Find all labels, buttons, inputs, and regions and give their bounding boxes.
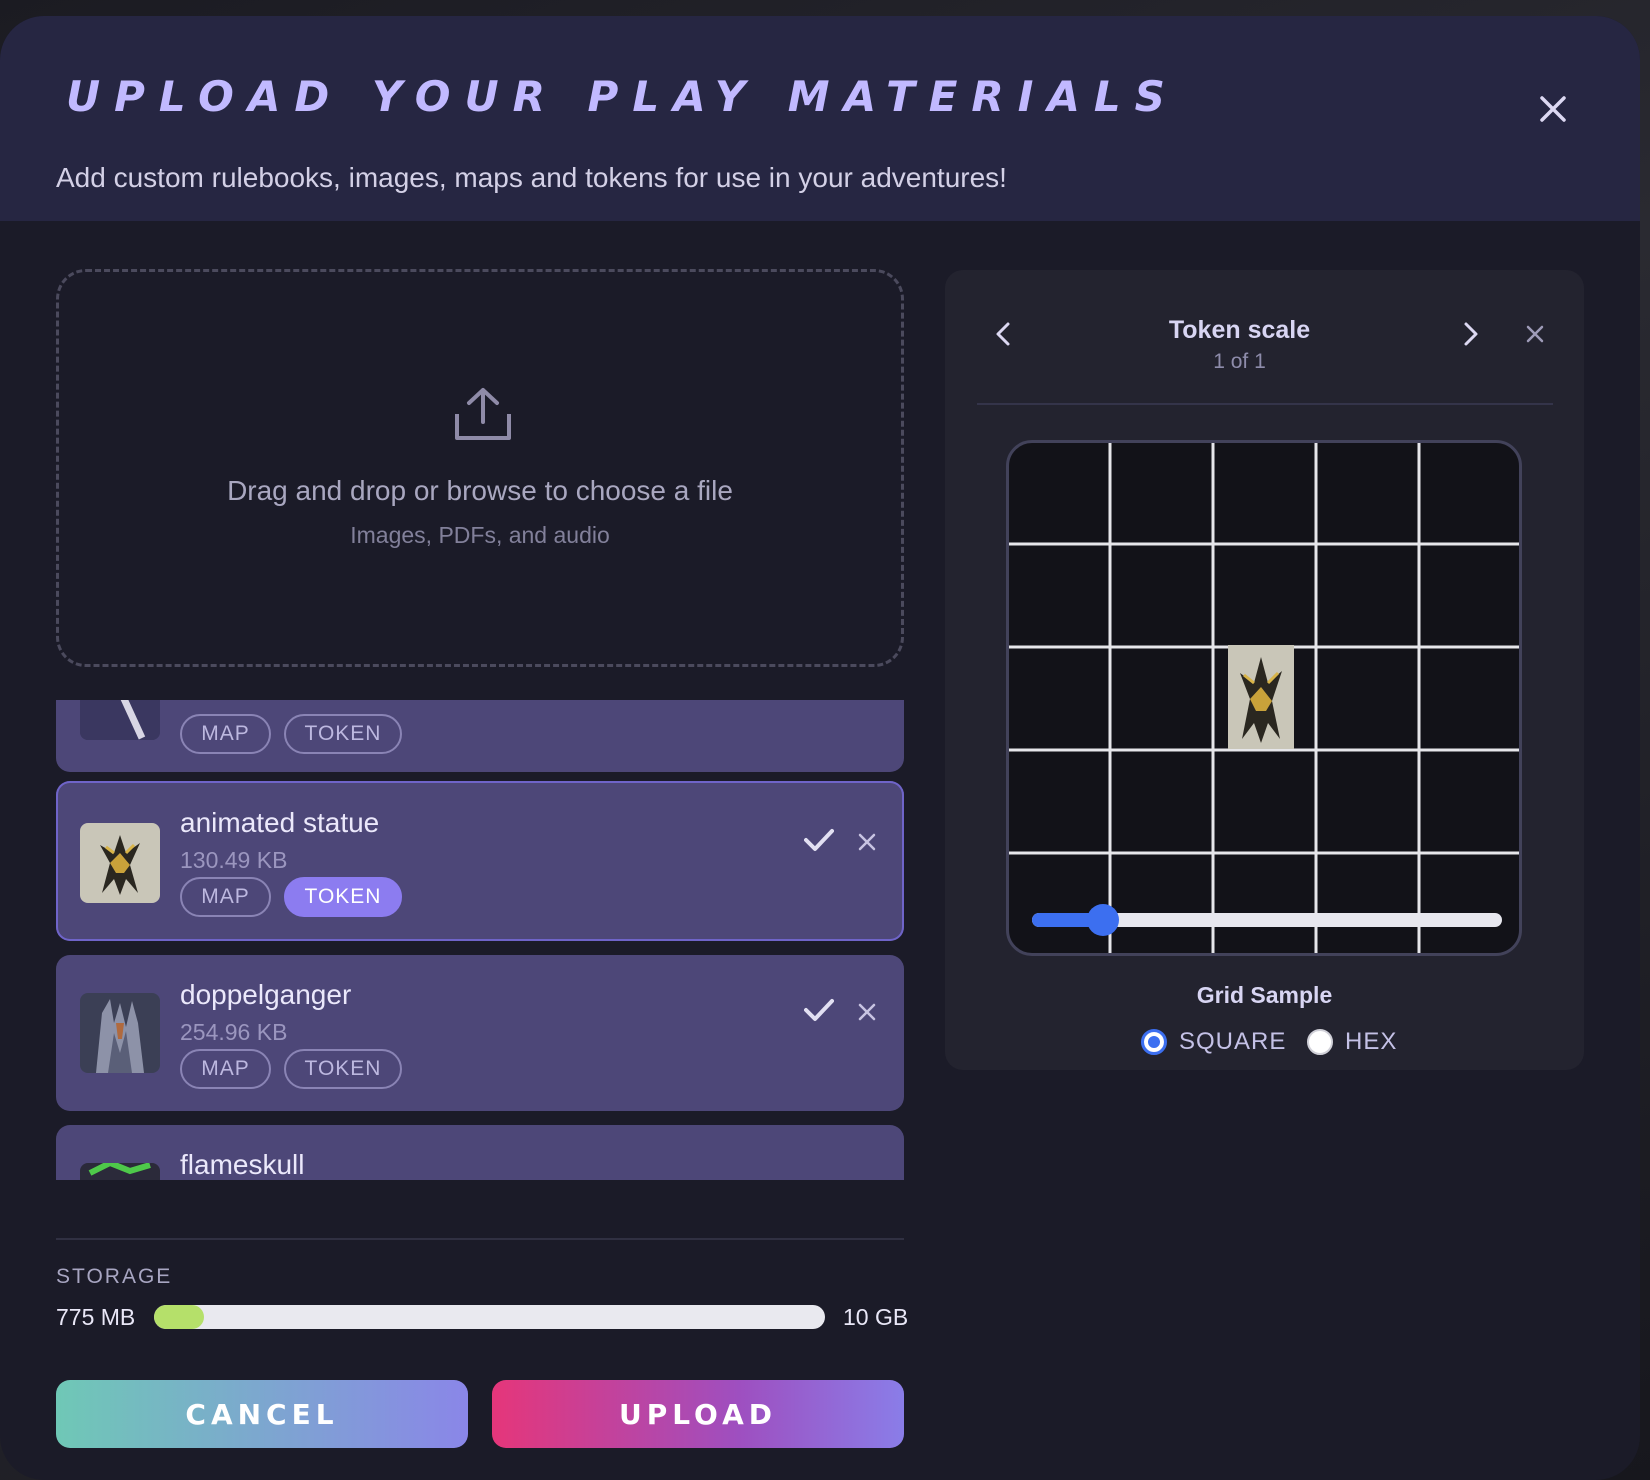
confirm-button[interactable] — [802, 993, 836, 1027]
file-dropzone[interactable]: Drag and drop or browse to choose a file… — [56, 269, 904, 667]
tag-token[interactable]: TOKEN — [284, 714, 402, 754]
remove-button[interactable] — [852, 827, 882, 857]
cancel-button[interactable]: CANCEL — [56, 1380, 468, 1448]
radio-hex-label: HEX — [1345, 1028, 1398, 1055]
file-thumbnail — [80, 993, 160, 1073]
slider-thumb[interactable] — [1086, 904, 1119, 936]
radio-hex[interactable]: HEX — [1307, 1028, 1397, 1056]
remove-button[interactable] — [852, 997, 882, 1027]
close-icon — [1540, 96, 1566, 122]
dropzone-subtext: Images, PDFs, and audio — [350, 522, 610, 548]
file-thumbnail — [80, 823, 160, 903]
next-button[interactable] — [1451, 314, 1491, 354]
modal-title: UPLOAD YOUR PLAY MATERIALS — [66, 72, 1179, 121]
check-icon — [804, 829, 834, 851]
radio-square[interactable]: SQUARE — [1141, 1028, 1286, 1056]
storage-total: 10 GB — [843, 1304, 909, 1330]
divider — [56, 1238, 904, 1240]
upload-modal: UPLOAD YOUR PLAY MATERIALS Add custom ru… — [0, 16, 1640, 1480]
tag-map[interactable]: MAP — [180, 714, 271, 754]
upload-icon — [455, 388, 511, 440]
confirm-button[interactable] — [802, 823, 836, 857]
grid-preview — [1006, 440, 1522, 956]
file-name: animated statue — [180, 807, 380, 838]
dropzone-text: Drag and drop or browse to choose a file — [227, 475, 733, 506]
file-name: flameskull — [180, 1149, 305, 1180]
close-modal-button[interactable] — [1530, 86, 1576, 132]
thumbnail-image — [80, 700, 160, 740]
modal-header: UPLOAD YOUR PLAY MATERIALS Add custom ru… — [0, 16, 1640, 221]
upload-button[interactable]: UPLOAD — [492, 1380, 904, 1448]
list-item[interactable]: MAP TOKEN — [56, 700, 904, 772]
close-icon — [858, 1003, 876, 1021]
panel-divider — [977, 403, 1553, 405]
radio-square-label: SQUARE — [1179, 1028, 1287, 1055]
token-preview — [1228, 645, 1294, 749]
list-item[interactable]: doppelganger 254.96 KB MAP TOKEN — [56, 955, 904, 1111]
radio-selected-icon — [1141, 1029, 1167, 1055]
file-name: doppelganger — [180, 979, 352, 1010]
chevron-right-icon — [1464, 322, 1478, 346]
thumbnail-image — [80, 993, 160, 1073]
token-scale-slider[interactable] — [1032, 904, 1502, 936]
grid-sample-label: Grid Sample — [1196, 982, 1333, 1008]
thumbnail-image — [80, 823, 160, 903]
token-scale-panel: Token scale 1 of 1 Grid Sample SQUARE HE… — [945, 270, 1584, 1070]
radio-unselected-icon — [1307, 1029, 1333, 1055]
close-icon — [1526, 325, 1544, 343]
check-icon — [804, 999, 834, 1021]
file-size: 254.96 KB — [180, 1019, 288, 1045]
modal-subtitle: Add custom rulebooks, images, maps and t… — [56, 162, 1007, 193]
close-panel-button[interactable] — [1519, 318, 1551, 350]
storage-bar-fill — [154, 1305, 205, 1329]
tag-token[interactable]: TOKEN — [284, 1049, 402, 1089]
list-item[interactable]: animated statue 130.49 KB MAP TOKEN — [56, 781, 904, 941]
storage-used: 775 MB — [56, 1304, 136, 1330]
storage-label: STORAGE — [56, 1265, 173, 1288]
close-icon — [858, 833, 876, 851]
tag-map[interactable]: MAP — [180, 877, 271, 917]
file-list[interactable]: MAP TOKEN animated statue 130.49 KB MAP … — [56, 700, 904, 1180]
thumbnail-image — [80, 1163, 160, 1180]
tag-token[interactable]: TOKEN — [284, 877, 402, 917]
file-thumbnail — [80, 700, 160, 740]
file-size: 130.49 KB — [180, 847, 288, 873]
tag-map[interactable]: MAP — [180, 1049, 271, 1089]
list-item[interactable]: flameskull — [56, 1125, 904, 1180]
file-thumbnail — [80, 1163, 160, 1180]
storage-bar — [154, 1305, 825, 1329]
